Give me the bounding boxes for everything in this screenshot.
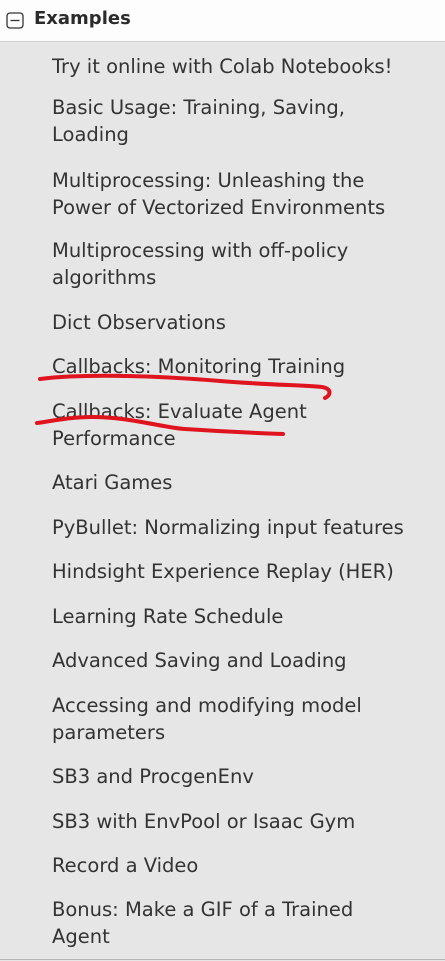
list-item-label: Callbacks: Monitoring Training bbox=[52, 355, 346, 378]
list-item[interactable]: Bonus: Make a GIF of a Trained Agent bbox=[52, 896, 432, 950]
list-item-label: Accessing and modifying model bbox=[52, 694, 362, 717]
list-item-label: Record a Video bbox=[52, 854, 199, 877]
list-item-label: Basic Usage: Training, Saving, bbox=[52, 96, 345, 119]
list-item-label: Learning Rate Schedule bbox=[52, 605, 284, 628]
list-item-label: Try it online with Colab Notebooks! bbox=[52, 55, 393, 78]
list-item[interactable]: Multiprocessing with off-policy algorith… bbox=[52, 237, 432, 291]
list-item[interactable]: SB3 with EnvPool or Isaac Gym bbox=[52, 808, 432, 835]
list-item-label: Callbacks: Evaluate Agent bbox=[52, 400, 307, 423]
list-item-label: Performance bbox=[52, 427, 176, 450]
list-item[interactable]: Hindsight Experience Replay (HER) bbox=[52, 558, 432, 585]
list-item-label: parameters bbox=[52, 721, 166, 744]
list-item[interactable]: Accessing and modifying model parameters bbox=[52, 692, 432, 746]
list-item-label: SB3 with EnvPool or Isaac Gym bbox=[52, 810, 356, 833]
list-item[interactable]: Try it online with Colab Notebooks! bbox=[52, 53, 432, 80]
list-item[interactable]: Multiprocessing: Unleashing the Power of… bbox=[52, 167, 432, 221]
list-item-label: Advanced Saving and Loading bbox=[52, 649, 347, 672]
list-item-label: Multiprocessing with off-policy bbox=[52, 239, 349, 262]
list-item-label: SB3 and ProcgenEnv bbox=[52, 765, 254, 788]
list-item[interactable]: SB3 and ProcgenEnv bbox=[52, 763, 432, 790]
list-item[interactable]: PyBullet: Normalizing input features bbox=[52, 514, 432, 541]
list-item-label: Bonus: Make a GIF of a Trained bbox=[52, 898, 354, 921]
list-item[interactable]: Callbacks: Evaluate Agent Performance bbox=[52, 398, 432, 452]
list-item-label: Dict Observations bbox=[52, 311, 226, 334]
list-item-label: Multiprocessing: Unleashing the bbox=[52, 169, 365, 192]
list-item-label: Atari Games bbox=[52, 471, 173, 494]
list-item[interactable]: Atari Games bbox=[52, 469, 432, 496]
minus-square-icon[interactable] bbox=[6, 12, 25, 29]
list-item-label: Hindsight Experience Replay (HER) bbox=[52, 560, 394, 583]
list-item-label: Agent bbox=[52, 925, 110, 948]
list-item[interactable]: Learning Rate Schedule bbox=[52, 603, 432, 630]
list-item[interactable]: Callbacks: Monitoring Training bbox=[52, 353, 432, 380]
list-item[interactable]: Basic Usage: Training, Saving, Loading bbox=[52, 94, 432, 148]
list-item[interactable]: Advanced Saving and Loading bbox=[52, 647, 432, 674]
list-item-label: algorithms bbox=[52, 266, 157, 289]
list-item-label: Loading bbox=[52, 123, 129, 146]
list-item-label: PyBullet: Normalizing input features bbox=[52, 516, 404, 539]
list-item[interactable]: Record a Video bbox=[52, 852, 432, 879]
section-header[interactable]: Examples bbox=[0, 0, 445, 42]
examples-list: Try it online with Colab Notebooks! Basi… bbox=[0, 42, 445, 960]
section-title: Examples bbox=[34, 8, 131, 29]
list-item-label: Power of Vectorized Environments bbox=[52, 196, 386, 219]
list-item[interactable]: Dict Observations bbox=[52, 309, 432, 336]
